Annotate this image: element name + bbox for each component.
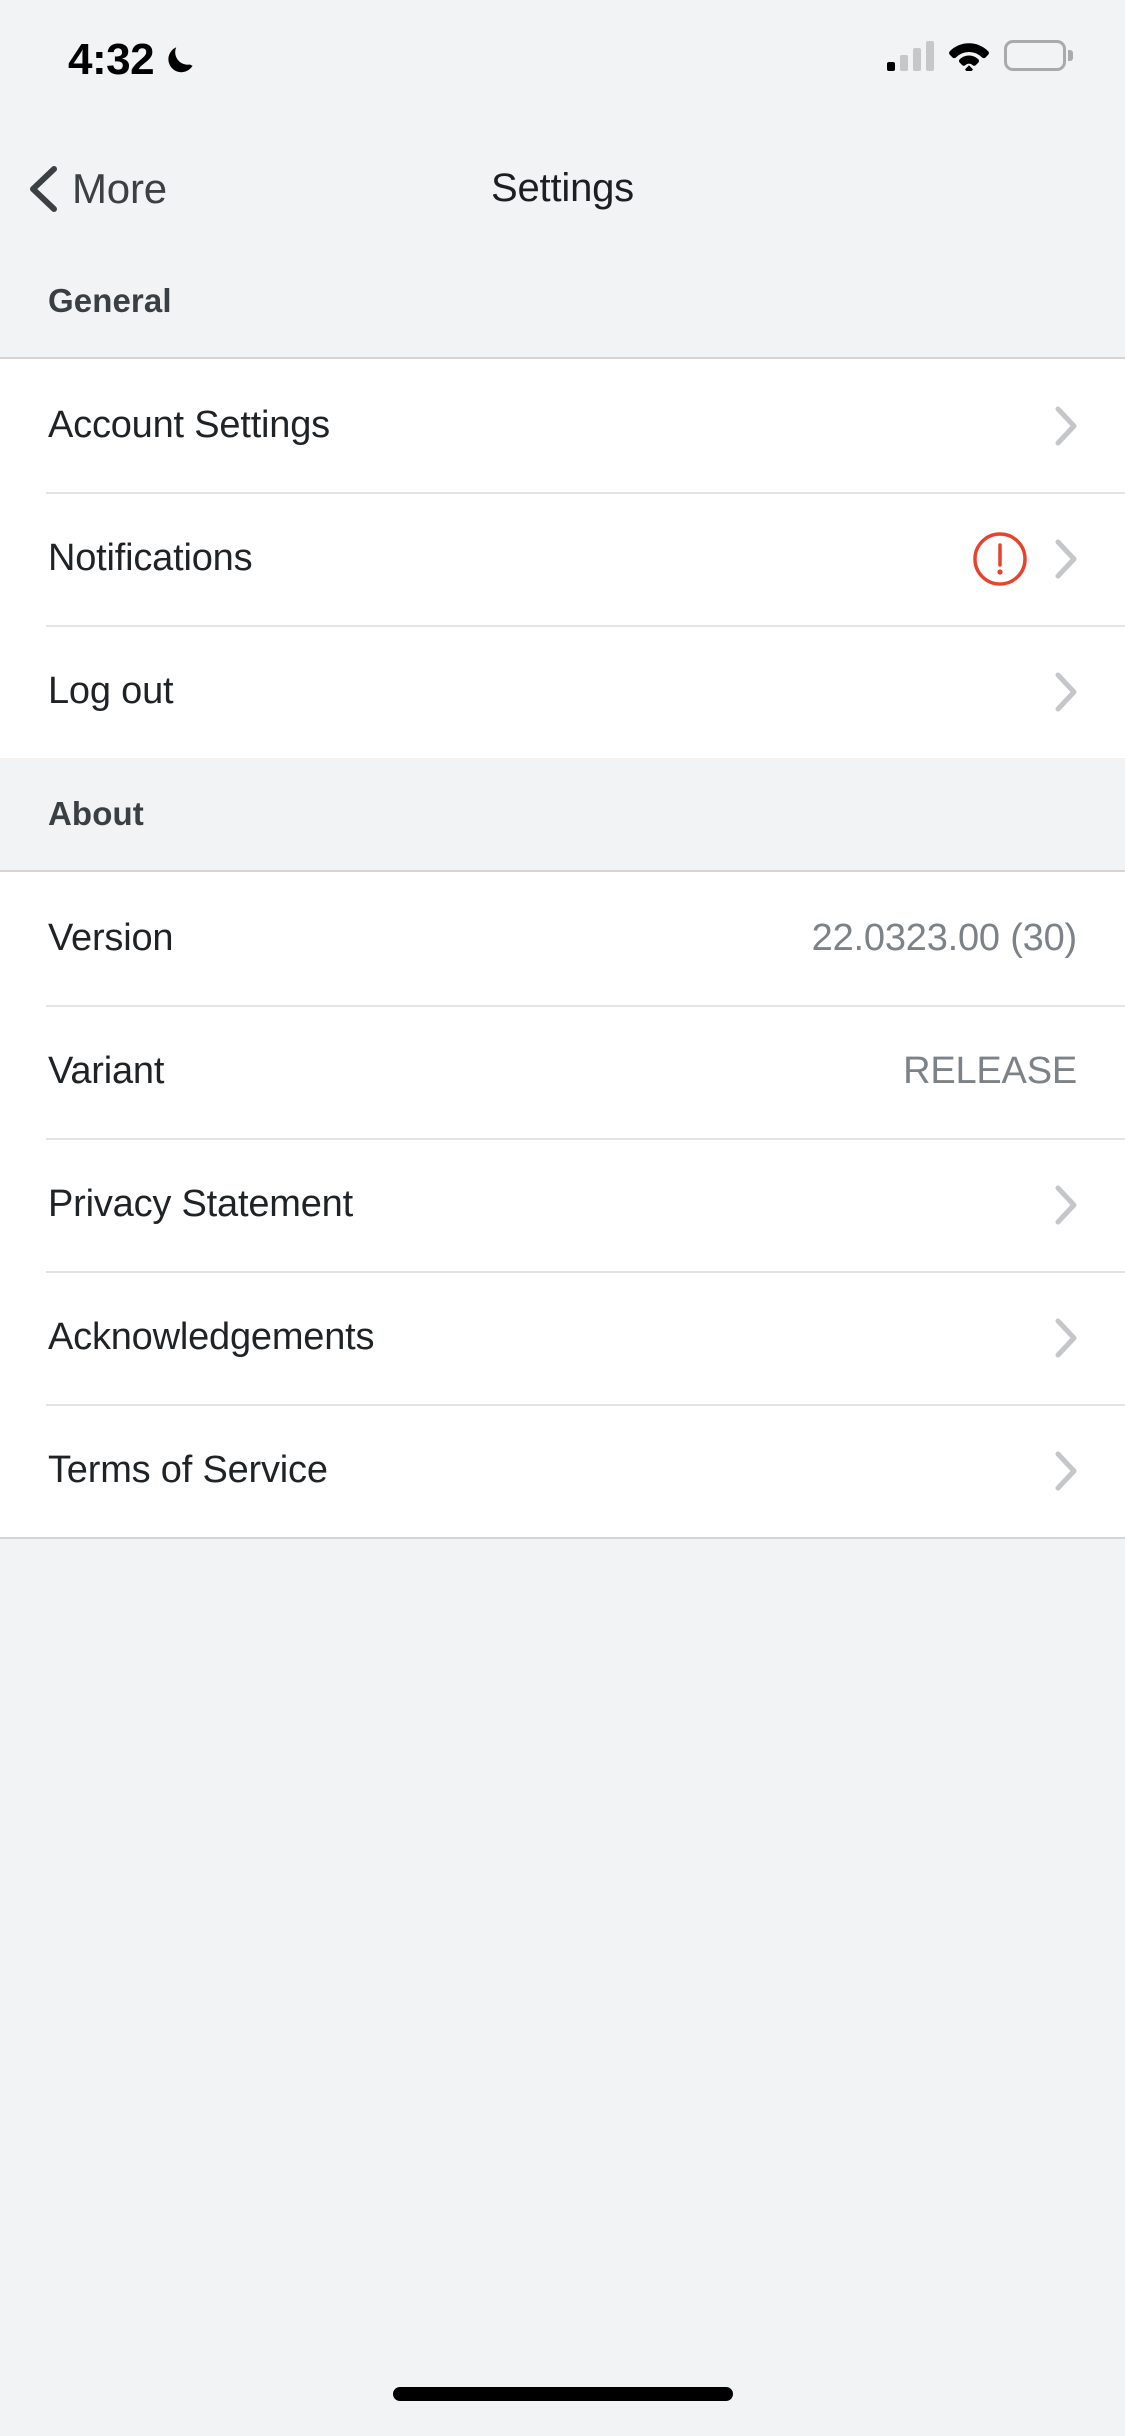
list-item-accessory: [1055, 406, 1077, 446]
list-item-acknowledgements[interactable]: Acknowledgements: [0, 1271, 1125, 1404]
home-indicator[interactable]: [392, 2387, 733, 2401]
status-bar-right: [887, 40, 1073, 71]
list-item-accessory: [1055, 1451, 1077, 1491]
list-item-variant: Variant RELEASE: [0, 1005, 1125, 1138]
chevron-right-icon: [1055, 1318, 1077, 1357]
section-header-about: About: [0, 758, 1125, 872]
list-item-value: RELEASE: [903, 1050, 1077, 1092]
chevron-right-icon: [1055, 1185, 1077, 1224]
list-bottom-divider: [0, 1537, 1125, 1539]
list-item-label: Log out: [48, 670, 174, 712]
wifi-icon: [949, 43, 989, 71]
chevron-right-icon: [1055, 672, 1077, 711]
chevron-right-icon: [1055, 1451, 1077, 1490]
page-title: Settings: [491, 166, 634, 210]
navigation-bar: More Settings: [0, 132, 1125, 245]
list-item-terms-of-service[interactable]: Terms of Service: [0, 1404, 1125, 1537]
crescent-moon-icon: [168, 47, 193, 73]
chevron-right-icon: [1055, 406, 1077, 445]
list-item-accessory: [1055, 672, 1077, 712]
section-rows: Account Settings Notifications Log out: [0, 359, 1125, 758]
battery-full-icon: [1004, 40, 1073, 71]
list-item-account-settings[interactable]: Account Settings: [0, 359, 1125, 492]
list-item-label: Terms of Service: [48, 1449, 328, 1491]
list-item-label: Acknowledgements: [48, 1316, 375, 1358]
list-item-accessory: [1055, 1318, 1077, 1358]
status-bar: 4:32: [0, 0, 1125, 132]
alert-circle-icon: [973, 531, 1027, 586]
list-item-accessory: [971, 530, 1077, 588]
section-header-general: General: [0, 245, 1125, 359]
list-item-privacy-statement[interactable]: Privacy Statement: [0, 1138, 1125, 1271]
list-item-notifications[interactable]: Notifications: [0, 492, 1125, 625]
list-item-accessory: 22.0323.00 (30): [811, 917, 1078, 960]
status-bar-clock: 4:32: [68, 35, 155, 84]
list-item-label: Account Settings: [48, 404, 330, 446]
list-item-label: Notifications: [48, 537, 253, 579]
cellular-signal-icon: [887, 40, 934, 71]
list-item-version: Version 22.0323.00 (30): [0, 872, 1125, 1005]
status-bar-left: 4:32: [68, 38, 198, 82]
list-item-label: Version: [48, 917, 174, 959]
list-item-log-out[interactable]: Log out: [0, 625, 1125, 758]
list-item-label: Variant: [48, 1050, 165, 1092]
list-item-value: 22.0323.00 (30): [811, 917, 1078, 959]
list-item-label: Privacy Statement: [48, 1183, 353, 1225]
settings-list: General Account Settings Notifications Log …: [0, 245, 1125, 1539]
chevron-right-icon: [1055, 539, 1077, 578]
list-item-accessory: RELEASE: [903, 1050, 1077, 1093]
home-indicator-area: [0, 2340, 1125, 2436]
list-item-accessory: [1055, 1185, 1077, 1225]
section-rows: Version 22.0323.00 (30) Variant RELEASE Priv…: [0, 872, 1125, 1537]
